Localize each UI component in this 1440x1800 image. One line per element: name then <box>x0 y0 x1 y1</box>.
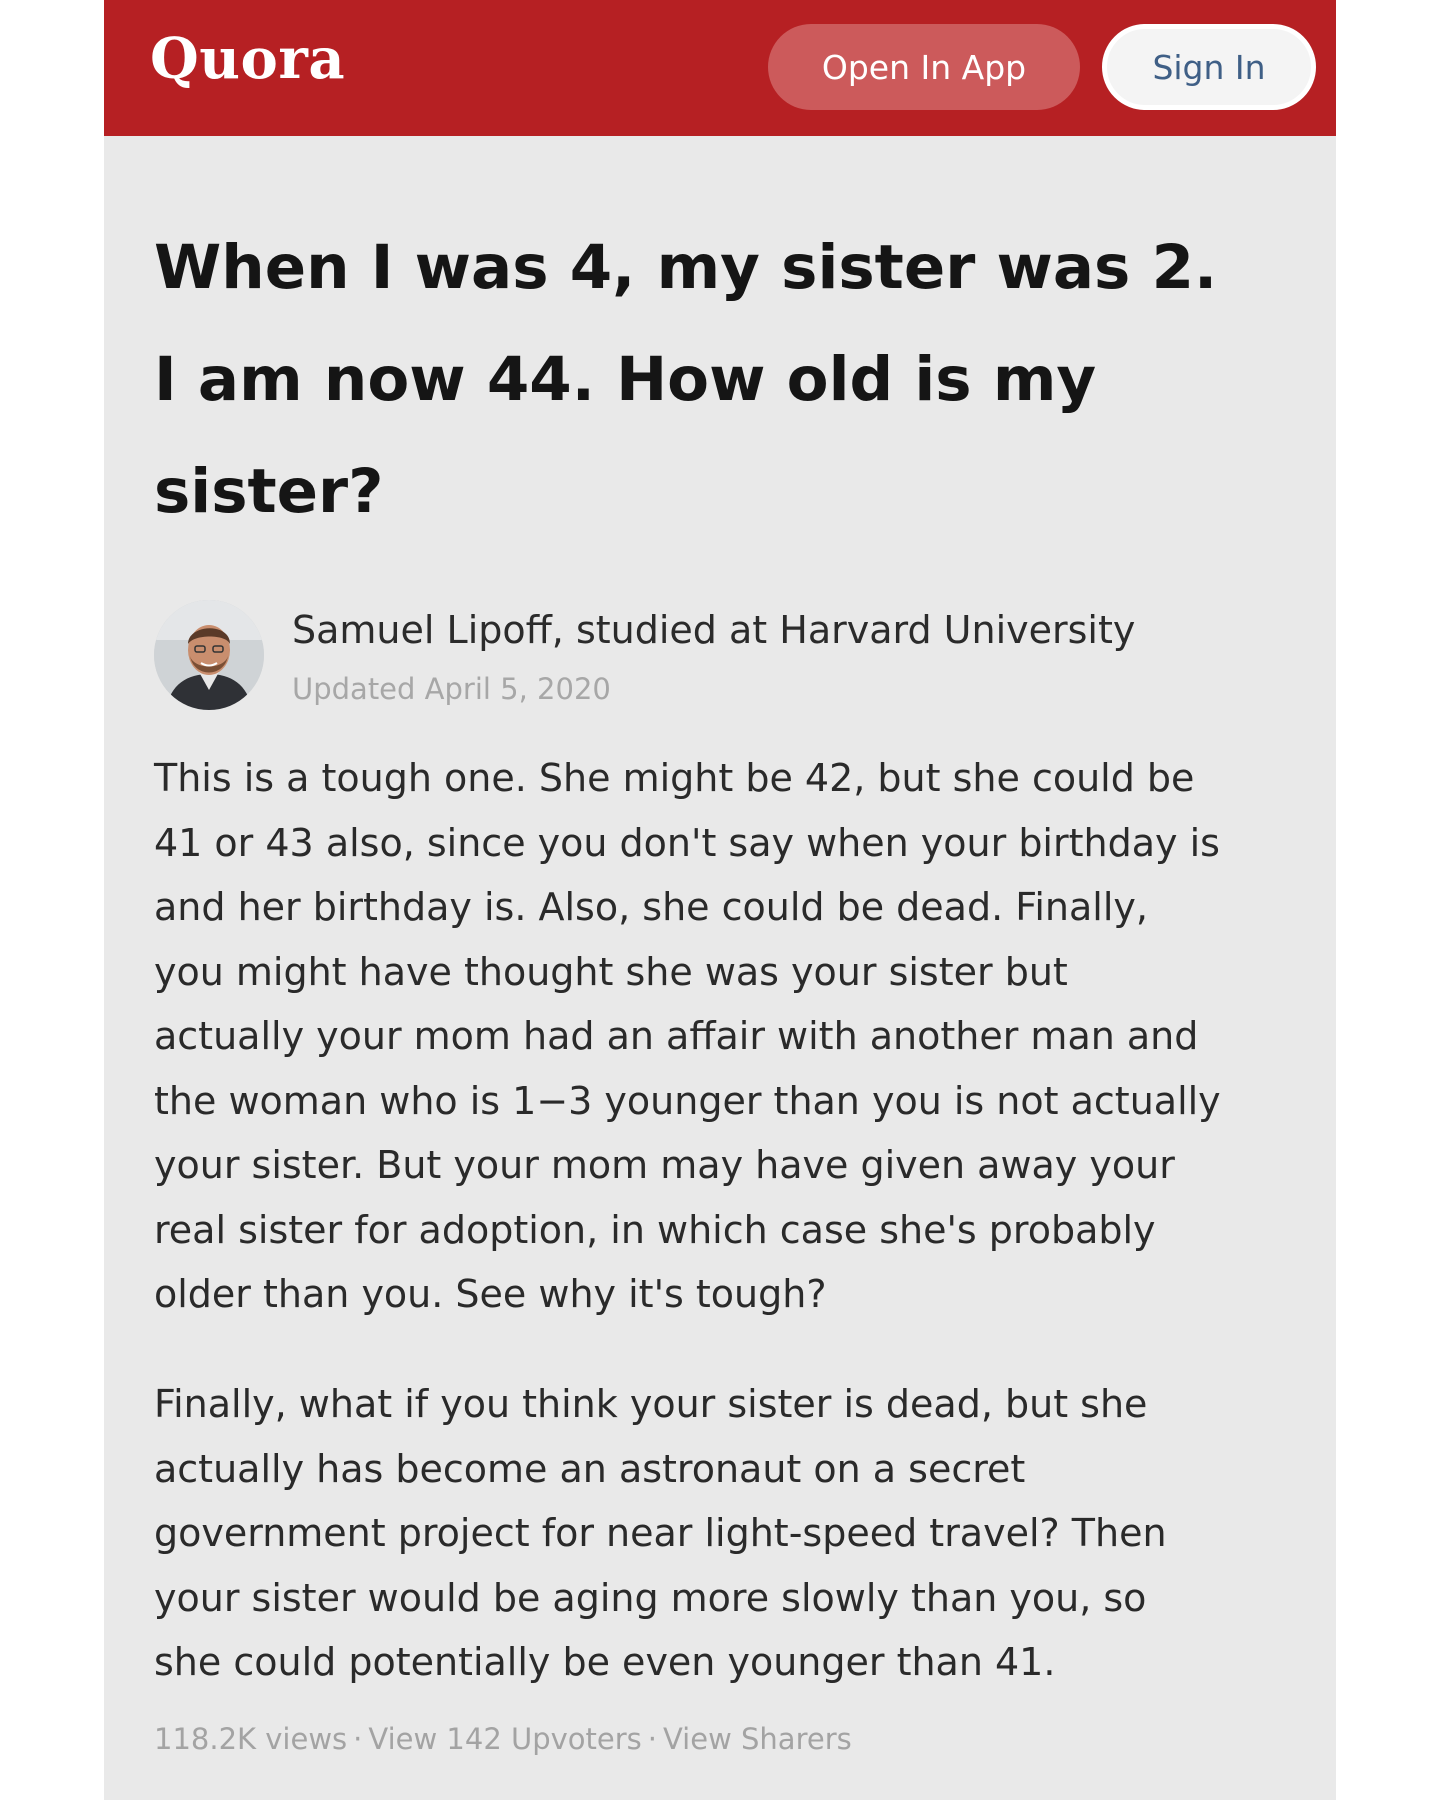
answer-line: you might have thought she was your sist… <box>154 949 1068 994</box>
top-bar: Quora Open In App Sign In <box>104 0 1336 136</box>
question-title[interactable]: When I was 4, my sister was 2. I am now … <box>154 212 1294 548</box>
quora-answer-screen: Quora Open In App Sign In When I was 4, … <box>104 0 1336 1800</box>
answer-line: actually has become an astronaut on a se… <box>154 1446 1026 1491</box>
question-title-line: When I was 4, my sister was 2. <box>154 232 1218 303</box>
answer-line: real sister for adoption, in which case … <box>154 1207 1156 1252</box>
user-photo-icon <box>154 600 264 710</box>
answer-line: and her birthday is. Also, she could be … <box>154 885 1148 929</box>
answer-line: older than you. See why it's tough? <box>154 1272 827 1316</box>
answer-line: your sister. But your mom may have given… <box>154 1143 1175 1187</box>
answer-paragraph: This is a tough one. She might be 42, bu… <box>154 746 1294 1327</box>
answer-line: Finally, what if you think your sister i… <box>154 1382 1148 1426</box>
answer-stats: 118.2K views · View 142 Upvoters · View Shar… <box>154 1722 852 1756</box>
question-title-line: sister? <box>154 456 384 527</box>
answer-line: This is a tough one. She might be 42, bu… <box>154 756 1195 800</box>
sign-in-button[interactable]: Sign In <box>1102 24 1316 110</box>
answer-date[interactable]: Updated April 5, 2020 <box>292 672 611 706</box>
answer-line: 41 or 43 also, since you don't say when … <box>154 820 1220 865</box>
answer-line: the woman who is 1−3 younger than you is… <box>154 1078 1221 1123</box>
separator: · <box>647 1722 657 1756</box>
answer-line: she could potentially be even younger th… <box>154 1640 1056 1684</box>
quora-logo[interactable]: Quora <box>150 26 345 92</box>
answer-paragraph: Finally, what if you think your sister i… <box>154 1372 1294 1695</box>
answer-line: actually your mom had an affair with ano… <box>154 1014 1199 1058</box>
view-upvoters-link[interactable]: View 142 Upvoters <box>368 1722 641 1756</box>
answer-line: your sister would be aging more slowly t… <box>154 1575 1147 1620</box>
question-title-line: I am now 44. How old is my <box>154 344 1097 415</box>
answer-line: government project for near light-speed … <box>154 1511 1167 1555</box>
separator: · <box>353 1722 363 1756</box>
open-in-app-button[interactable]: Open In App <box>768 24 1080 110</box>
author-avatar[interactable] <box>154 600 264 710</box>
author-credential[interactable]: Samuel Lipoff, studied at Harvard Univer… <box>292 608 1135 652</box>
views-count: 118.2K views <box>154 1722 348 1756</box>
view-sharers-link[interactable]: View Sharers <box>663 1722 852 1756</box>
